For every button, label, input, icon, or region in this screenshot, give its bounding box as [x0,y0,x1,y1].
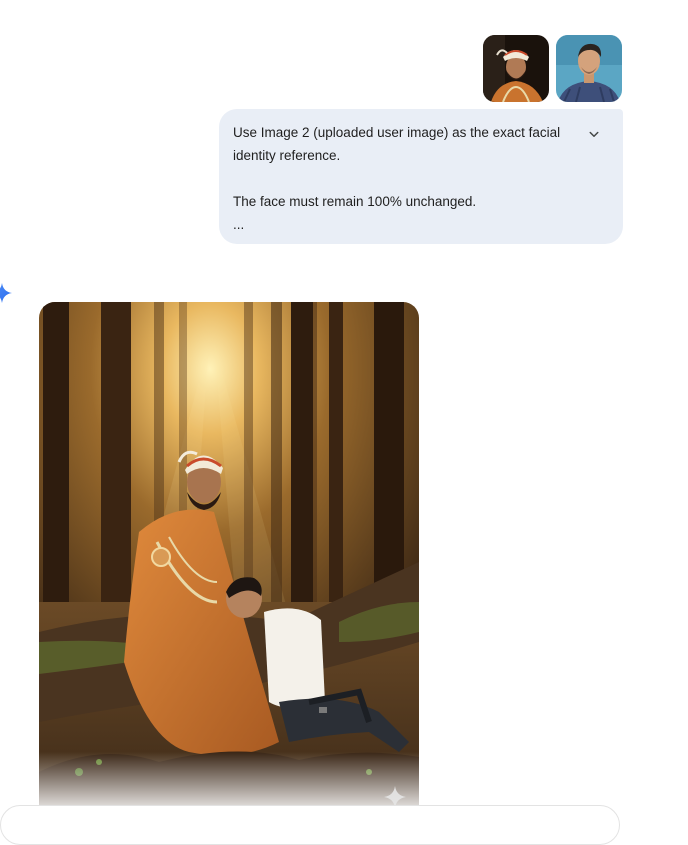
chevron-down-icon [589,131,599,137]
uploaded-image-2-thumbnail[interactable] [556,35,622,102]
expand-prompt-button[interactable] [585,125,603,143]
generated-image[interactable] [39,302,419,817]
man-portrait-thumbnail [556,35,622,102]
chat-input-box[interactable] [0,805,620,845]
uploaded-image-1-thumbnail[interactable] [483,35,549,102]
maratha-king-portrait-thumbnail [483,35,549,102]
forest-scene-illustration [39,302,419,817]
prompt-line-1: Use Image 2 (uploaded user image) as the… [233,125,561,140]
prompt-line-2: identity reference. [233,148,341,163]
prompt-line-3: The face must remain 100% unchanged. [233,194,477,209]
user-prompt-bubble: Use Image 2 (uploaded user image) as the… [219,109,623,244]
prompt-ellipsis: ... [233,217,245,232]
sparkle-icon [0,283,12,303]
